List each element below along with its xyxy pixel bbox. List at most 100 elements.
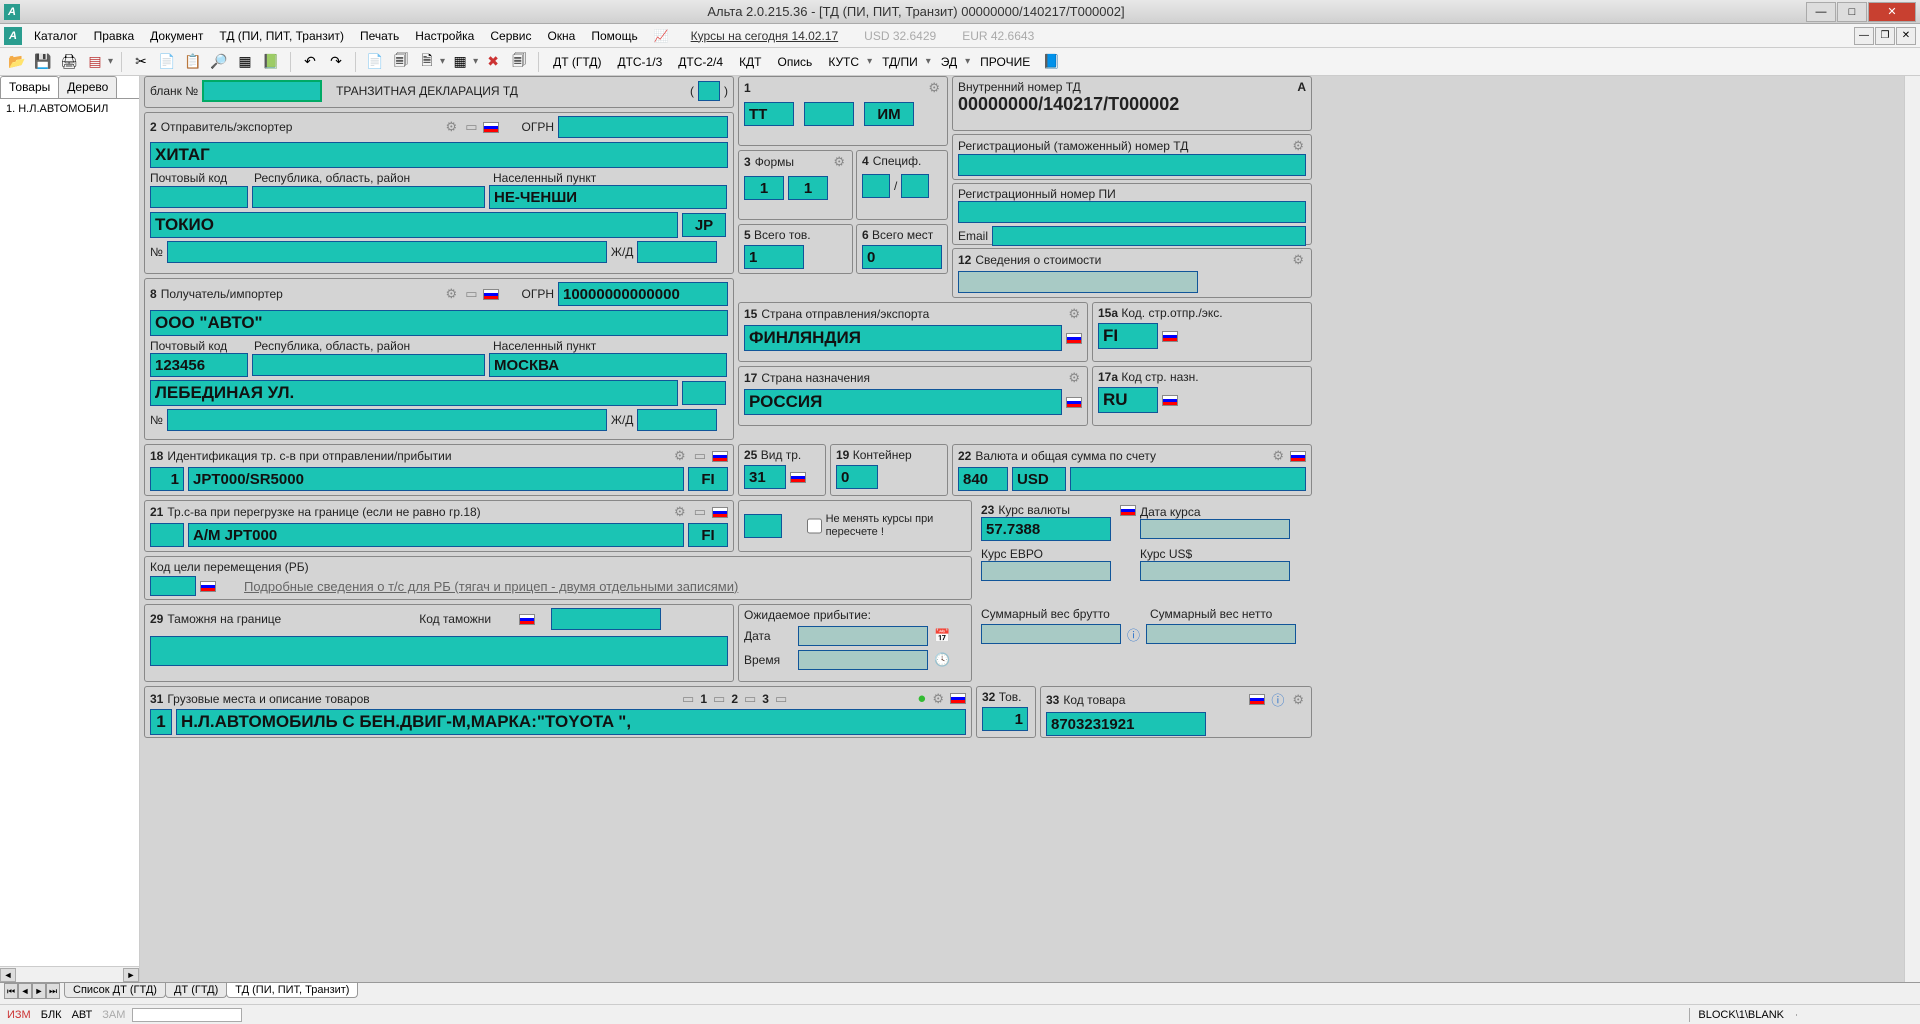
tb-dts24[interactable]: ДТС-2/4 — [672, 53, 729, 71]
book-icon[interactable]: 📗 — [260, 51, 282, 73]
in-b8-name[interactable] — [150, 310, 728, 336]
in-b29-code[interactable] — [551, 608, 661, 630]
sheet-icon[interactable]: 📘 — [1040, 51, 1062, 73]
open-icon[interactable]: 📂 — [6, 51, 28, 73]
rates-label[interactable]: Курсы на сегодня 14.02.17 — [683, 26, 847, 46]
in-extra[interactable] — [744, 514, 782, 538]
note-icon[interactable]: ▭ — [694, 448, 706, 464]
menu-windows[interactable]: Окна — [539, 26, 583, 46]
in-b4-1[interactable] — [862, 174, 890, 198]
gear-icon[interactable]: ⚙ — [1292, 138, 1304, 154]
in-reg-td[interactable] — [958, 154, 1306, 176]
side-tab-goods[interactable]: Товары — [0, 76, 59, 98]
in-b8-street[interactable] — [150, 380, 678, 406]
tb-dts13[interactable]: ДТС-1/3 — [611, 53, 668, 71]
info-icon[interactable]: ⓘ — [1127, 625, 1140, 644]
in-b8-city[interactable] — [489, 353, 727, 377]
menu-td[interactable]: ТД (ПИ, ПИТ, Транзит) — [211, 26, 352, 46]
find-icon[interactable]: 🔎 — [208, 51, 230, 73]
in-b2-street[interactable] — [167, 241, 607, 263]
note-icon[interactable]: ▭ — [744, 691, 756, 707]
child-restore-button[interactable]: ❐ — [1875, 27, 1895, 45]
side-hscroll[interactable]: ◄► — [0, 966, 139, 982]
menu-service[interactable]: Сервис — [482, 26, 539, 46]
menu-help[interactable]: Помощь — [583, 26, 645, 46]
in-b25[interactable] — [744, 465, 786, 489]
in-gross[interactable] — [981, 624, 1121, 644]
note-icon[interactable]: ▭ — [682, 691, 694, 707]
in-b6[interactable] — [862, 245, 942, 269]
in-rb-code[interactable] — [150, 576, 196, 596]
redo-icon[interactable]: ↷ — [325, 51, 347, 73]
in-rate-usd[interactable] — [1140, 561, 1290, 581]
clock-icon[interactable]: 🕓 — [934, 652, 950, 668]
in-email[interactable] — [992, 226, 1306, 246]
gear-icon[interactable]: ⚙ — [1068, 370, 1080, 386]
tab-last[interactable]: ⏭ — [46, 983, 60, 999]
in-b1-im[interactable] — [864, 102, 914, 126]
in-b2-cc[interactable] — [682, 213, 726, 237]
in-b22-code[interactable] — [958, 467, 1008, 491]
in-b29-name[interactable] — [150, 636, 728, 666]
gear-icon[interactable]: ⚙ — [928, 80, 940, 96]
in-b19[interactable] — [836, 465, 878, 489]
in-b33[interactable] — [1046, 712, 1206, 736]
in-b2-postal[interactable] — [150, 186, 248, 208]
menu-document[interactable]: Документ — [142, 26, 211, 46]
in-b22-cur[interactable] — [1012, 467, 1066, 491]
in-b2-zhd[interactable] — [637, 241, 717, 263]
flag-icon[interactable] — [1162, 331, 1178, 342]
in-b18-cc[interactable] — [688, 467, 728, 491]
side-tab-tree[interactable]: Дерево — [58, 76, 117, 98]
in-net[interactable] — [1146, 624, 1296, 644]
in-blank-no[interactable] — [202, 80, 322, 102]
menu-edit[interactable]: Правка — [86, 26, 143, 46]
undo-icon[interactable]: ↶ — [299, 51, 321, 73]
note-icon[interactable]: ▭ — [713, 691, 725, 707]
flag-icon[interactable] — [1066, 397, 1082, 408]
flag-icon[interactable] — [1162, 395, 1178, 406]
in-b5[interactable] — [744, 245, 804, 269]
gear-icon[interactable]: ⚙ — [833, 154, 845, 170]
in-b3-1[interactable] — [744, 176, 784, 200]
gear-icon[interactable]: ⚙ — [1272, 448, 1284, 464]
gear-icon[interactable]: ⚙ — [1292, 692, 1304, 708]
menu-catalog[interactable]: Каталог — [26, 26, 86, 46]
info-icon[interactable]: ⓘ — [1271, 690, 1284, 709]
copy-doc-icon[interactable]: 🗐 — [390, 51, 412, 73]
tab-next[interactable]: ► — [32, 983, 46, 999]
flag-icon[interactable] — [950, 693, 966, 704]
delete-icon[interactable]: ✖ — [482, 51, 504, 73]
new-icon[interactable]: 📄 — [364, 51, 386, 73]
flag-icon[interactable] — [1120, 505, 1136, 516]
flag-icon[interactable] — [790, 472, 806, 483]
menu-settings[interactable]: Настройка — [407, 26, 482, 46]
btab-td[interactable]: ТД (ПИ, ПИТ, Транзит) — [226, 983, 358, 998]
menu-print[interactable]: Печать — [352, 26, 407, 46]
grid-icon[interactable]: ▦ — [234, 51, 256, 73]
in-b8-ogrn[interactable] — [558, 282, 728, 306]
in-b8-no[interactable] — [167, 409, 607, 431]
in-rate-date[interactable] — [1140, 519, 1290, 539]
table-icon[interactable]: ▦ — [449, 51, 471, 73]
flag-icon[interactable] — [483, 289, 499, 300]
dropdown-icon[interactable]: ▾ — [108, 56, 113, 67]
in-b31-n[interactable] — [150, 709, 172, 735]
tb-dt-gtd[interactable]: ДТ (ГТД) — [547, 53, 607, 71]
in-b2-city2[interactable] — [150, 212, 678, 238]
gear-icon[interactable]: ⚙ — [1292, 252, 1304, 268]
rates-icon[interactable]: 📈 — [646, 26, 677, 46]
in-b21-v[interactable] — [188, 523, 684, 547]
copy-icon[interactable]: 📄 — [156, 51, 178, 73]
tb-kdt[interactable]: КДТ — [733, 53, 767, 71]
gear-icon[interactable]: ⚙ — [446, 119, 458, 135]
in-b18-v[interactable] — [188, 467, 684, 491]
save-icon[interactable]: 💾 — [32, 51, 54, 73]
in-header-paren[interactable] — [698, 81, 720, 101]
flag-icon[interactable] — [1066, 333, 1082, 344]
in-b17a[interactable] — [1098, 387, 1158, 413]
in-b18-n[interactable] — [150, 467, 184, 491]
in-b15a[interactable] — [1098, 323, 1158, 349]
note-icon[interactable]: ▭ — [465, 119, 477, 135]
tab-first[interactable]: ⏮ — [4, 983, 18, 999]
